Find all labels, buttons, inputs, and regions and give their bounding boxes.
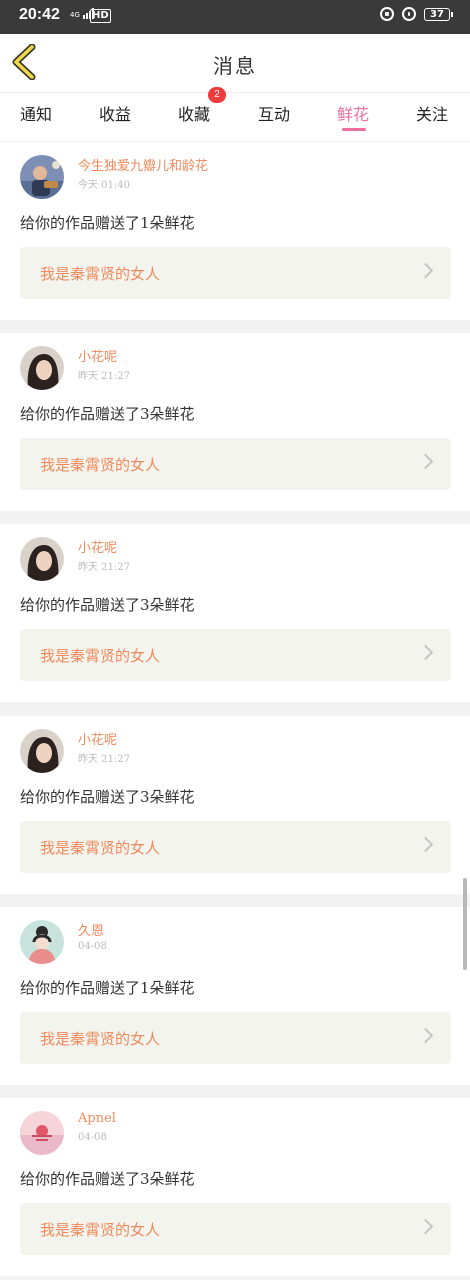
work-title: 我是秦霄贤的女人 <box>40 456 161 474</box>
scrollbar[interactable] <box>463 878 467 970</box>
status-time: 20:42 <box>19 6 60 23</box>
lock-rotation-icon <box>380 7 394 21</box>
message-text: 给你的作品赠送了3朵鲜花 <box>20 1170 195 1188</box>
page-title: 消息 <box>213 54 257 78</box>
message-card[interactable]: 小花呢 昨天 21:27 给你的作品赠送了3朵鲜花 我是秦霄贤的女人 <box>0 333 470 511</box>
work-title: 我是秦霄贤的女人 <box>40 839 161 857</box>
chevron-right-icon <box>417 1027 434 1044</box>
message-time: 04-08 <box>78 1132 107 1143</box>
message-text: 给你的作品赠送了1朵鲜花 <box>20 979 195 997</box>
work-link[interactable]: 我是秦霄贤的女人 <box>20 247 451 299</box>
work-link[interactable]: 我是秦霄贤的女人 <box>20 1012 451 1064</box>
avatar[interactable] <box>20 1111 64 1155</box>
message-text: 给你的作品赠送了3朵鲜花 <box>20 596 195 614</box>
tab-bar: 通知 收益 收藏 2 互动 鲜花 关注 <box>0 87 470 141</box>
work-title: 我是秦霄贤的女人 <box>40 1221 161 1239</box>
message-time: 昨天 21:27 <box>78 371 130 382</box>
username[interactable]: Apnel <box>78 1111 116 1126</box>
chevron-right-icon <box>417 644 434 661</box>
avatar[interactable] <box>20 155 64 199</box>
message-card[interactable]: 久恩 04-08 给你的作品赠送了1朵鲜花 我是秦霄贤的女人 <box>0 907 470 1085</box>
message-text: 给你的作品赠送了3朵鲜花 <box>20 405 195 423</box>
work-link[interactable]: 我是秦霄贤的女人 <box>20 438 451 490</box>
hd-icon: HD <box>90 9 111 23</box>
message-card[interactable]: 今生独爱九瓣儿和龄花 今天 01:40 给你的作品赠送了1朵鲜花 我是秦霄贤的女… <box>0 142 470 320</box>
message-card[interactable]: Apnel 04-08 给你的作品赠送了3朵鲜花 我是秦霄贤的女人 <box>0 1098 470 1276</box>
chevron-right-icon <box>417 836 434 853</box>
username[interactable]: 今生独爱九瓣儿和龄花 <box>78 155 208 174</box>
avatar[interactable] <box>20 346 64 390</box>
tab-flowers[interactable]: 鲜花 <box>337 101 369 125</box>
message-card[interactable]: 小花呢 昨天 21:27 给你的作品赠送了3朵鲜花 我是秦霄贤的女人 <box>0 716 470 894</box>
work-title: 我是秦霄贤的女人 <box>40 265 161 283</box>
username[interactable]: 久恩 <box>78 920 104 939</box>
message-time: 昨天 21:27 <box>78 754 130 765</box>
alarm-icon <box>402 7 416 21</box>
status-bar: 20:42 4G HD 37 <box>0 0 470 34</box>
chevron-right-icon <box>417 453 434 470</box>
work-link[interactable]: 我是秦霄贤的女人 <box>20 1203 451 1255</box>
battery-icon: 37 <box>424 7 453 21</box>
avatar[interactable] <box>20 537 64 581</box>
username[interactable]: 小花呢 <box>78 729 117 748</box>
tab-favorites[interactable]: 收藏 <box>178 101 210 125</box>
avatar[interactable] <box>20 920 64 964</box>
tab-earnings[interactable]: 收益 <box>99 101 131 125</box>
message-time: 今天 01:40 <box>78 180 130 191</box>
work-title: 我是秦霄贤的女人 <box>40 1030 161 1048</box>
message-text: 给你的作品赠送了1朵鲜花 <box>20 214 195 232</box>
active-tab-indicator <box>342 128 366 131</box>
username[interactable]: 小花呢 <box>78 537 117 556</box>
message-time: 昨天 21:27 <box>78 562 130 573</box>
message-text: 给你的作品赠送了3朵鲜花 <box>20 788 195 806</box>
message-card[interactable]: 小花呢 昨天 21:27 给你的作品赠送了3朵鲜花 我是秦霄贤的女人 <box>0 524 470 702</box>
tab-interactions[interactable]: 互动 <box>258 101 290 125</box>
avatar[interactable] <box>20 729 64 773</box>
work-link[interactable]: 我是秦霄贤的女人 <box>20 629 451 681</box>
tab-notifications[interactable]: 通知 <box>20 101 52 125</box>
tab-following[interactable]: 关注 <box>416 101 448 125</box>
network-type: 4G <box>70 11 80 19</box>
work-link[interactable]: 我是秦霄贤的女人 <box>20 821 451 873</box>
chevron-right-icon <box>417 1218 434 1235</box>
work-title: 我是秦霄贤的女人 <box>40 647 161 665</box>
favorites-badge: 2 <box>208 87 226 103</box>
username[interactable]: 小花呢 <box>78 346 117 365</box>
chevron-right-icon <box>417 262 434 279</box>
message-time: 04-08 <box>78 941 107 952</box>
header-bar: 消息 <box>0 34 470 92</box>
